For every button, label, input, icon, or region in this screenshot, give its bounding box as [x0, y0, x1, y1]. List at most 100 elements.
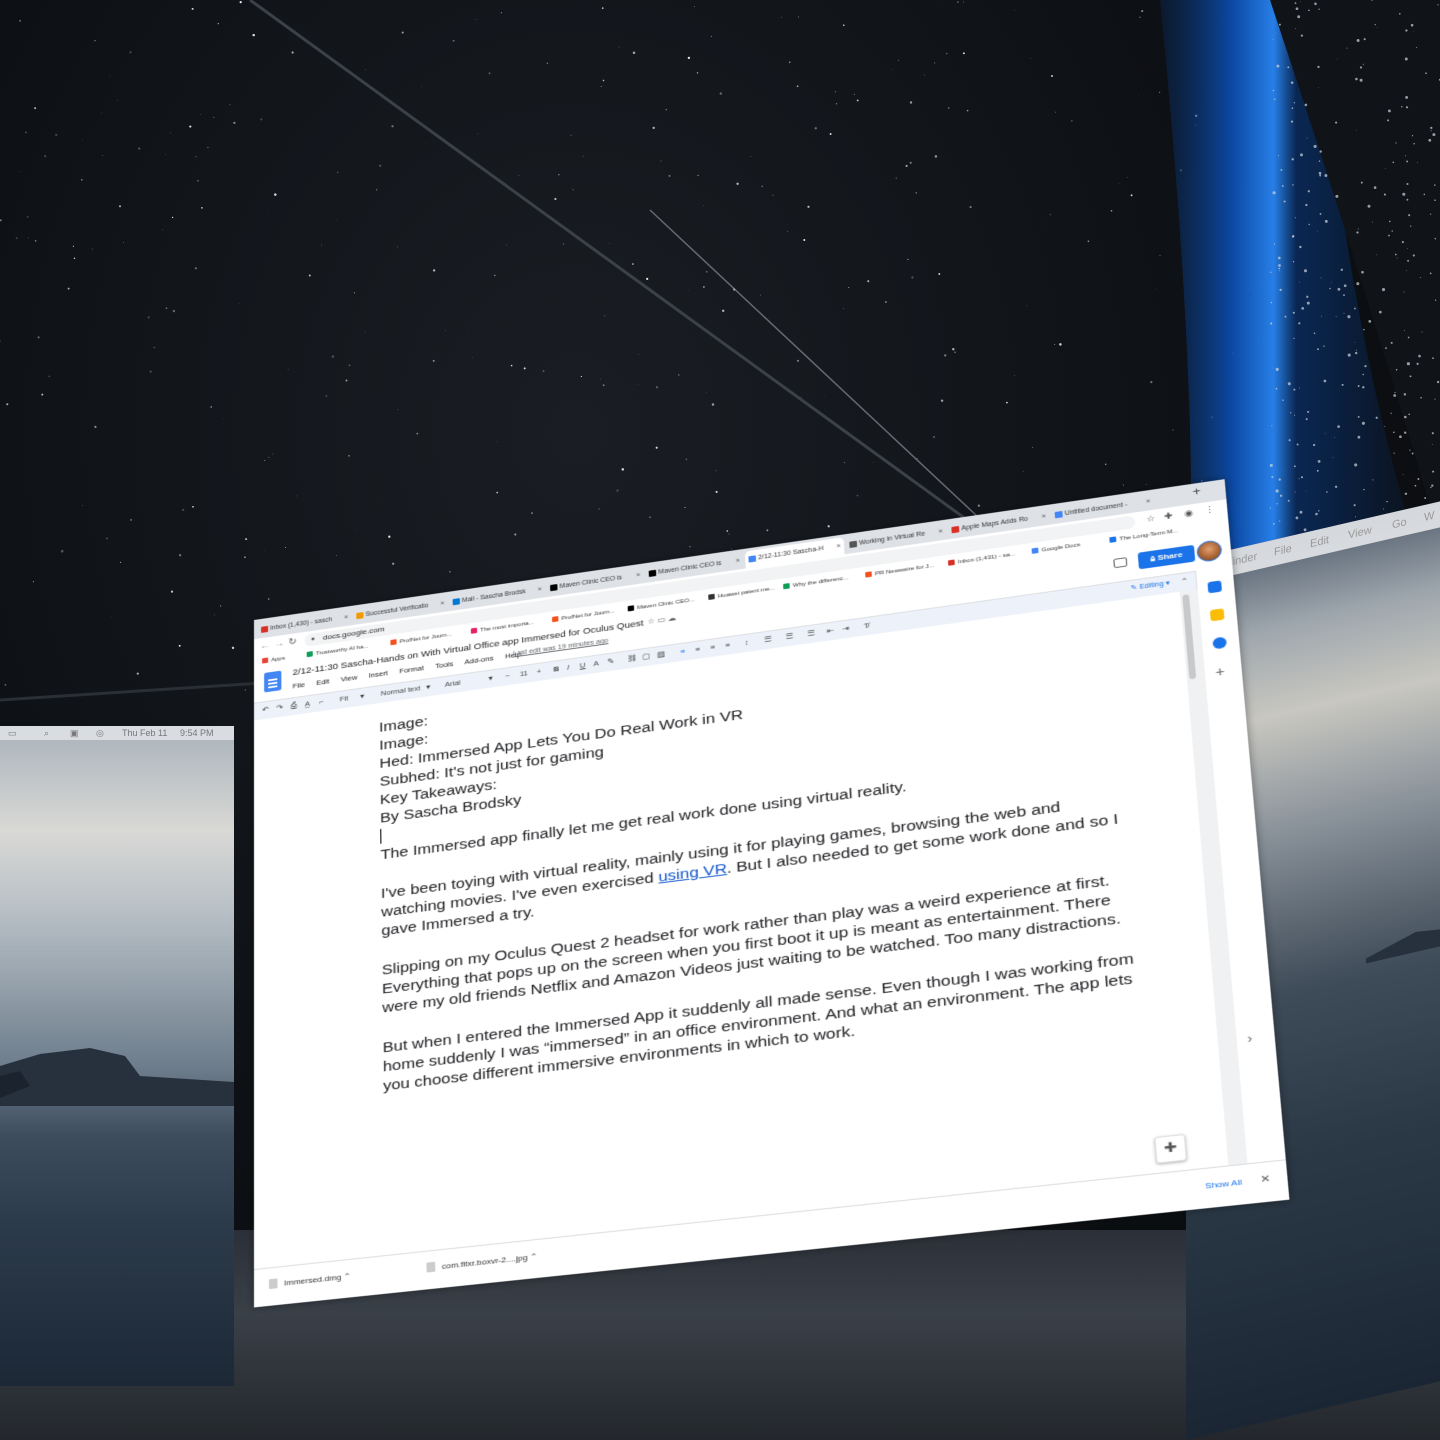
align-left-icon[interactable]: ≡: [680, 647, 685, 656]
calendar-icon[interactable]: [1207, 580, 1223, 594]
comment-icon[interactable]: ▢: [642, 652, 650, 661]
underline-icon[interactable]: U: [580, 661, 586, 670]
close-downloads-icon[interactable]: ✕: [1260, 1173, 1271, 1185]
apps-grid-icon: [262, 657, 269, 664]
highlight-icon[interactable]: ✎: [607, 657, 614, 666]
new-tab-button[interactable]: +: [1192, 485, 1201, 499]
tab-favicon-icon: [1054, 510, 1063, 519]
lake-wallpaper: [0, 1048, 234, 1106]
tab-close-icon[interactable]: ×: [938, 523, 944, 541]
chevron-down-icon: ▾: [1165, 580, 1171, 588]
get-addons-icon[interactable]: +: [1215, 663, 1230, 679]
back-icon[interactable]: ←: [260, 640, 270, 651]
bookmark-favicon-icon: [551, 616, 559, 623]
tab-close-icon[interactable]: ×: [836, 538, 841, 556]
bookmark-item[interactable]: Apps: [262, 655, 285, 664]
cloud-status-icon[interactable]: ☁: [668, 614, 677, 623]
font-select[interactable]: Arial: [445, 678, 461, 688]
link-icon[interactable]: ⛓: [627, 654, 637, 664]
paint-format-icon[interactable]: ⌐: [319, 697, 324, 706]
tab-close-icon[interactable]: ×: [735, 552, 740, 570]
reload-icon[interactable]: ↻: [288, 637, 297, 648]
clear-formatting-icon[interactable]: T̸: [864, 621, 869, 630]
chevron-up-icon[interactable]: ⌃: [344, 1272, 351, 1282]
menu-tools[interactable]: Tools: [435, 660, 453, 671]
chrome-window[interactable]: Inbox (1,430) - sasch × Successful Verific…: [254, 479, 1290, 1308]
download-item-1[interactable]: Immersed.dmg ⌃: [268, 1271, 351, 1290]
tab-close-icon[interactable]: ×: [1041, 508, 1047, 526]
tab-close-icon[interactable]: ×: [344, 609, 348, 626]
editing-mode-select[interactable]: ✎ Editing ▾: [1130, 579, 1170, 592]
tab-close-icon[interactable]: ×: [440, 595, 445, 612]
bookmark-favicon-icon: [1109, 536, 1117, 543]
share-button[interactable]: 🔒︎ Share: [1137, 544, 1196, 570]
redo-icon[interactable]: ↷: [276, 703, 282, 712]
chevron-down-icon: ▾: [360, 691, 365, 701]
user-avatar[interactable]: [1195, 539, 1223, 563]
comment-history-icon[interactable]: [1113, 557, 1128, 569]
show-all-downloads-link[interactable]: Show All: [1205, 1178, 1242, 1191]
bulleted-list-icon[interactable]: ☰: [807, 629, 815, 638]
tab-favicon-icon: [261, 625, 269, 633]
font-size-decrease-icon[interactable]: −: [505, 671, 510, 680]
tasks-icon[interactable]: [1212, 636, 1228, 650]
menu-addons[interactable]: Add-ons: [464, 654, 493, 666]
docs-logo-icon[interactable]: [264, 670, 282, 693]
chrome-menu-icon[interactable]: ⋮: [1204, 505, 1215, 517]
chevron-down-icon: ▾: [488, 673, 493, 683]
style-select[interactable]: Normal text: [381, 684, 421, 698]
numbered-list-icon[interactable]: ☰: [785, 632, 793, 641]
bookmark-favicon-icon: [783, 583, 790, 590]
undo-icon[interactable]: ↶: [262, 705, 268, 714]
italic-icon[interactable]: I: [567, 663, 569, 671]
bookmark-favicon-icon: [306, 651, 313, 658]
tab-favicon-icon: [550, 583, 558, 592]
chevron-up-icon[interactable]: ⌃: [530, 1252, 538, 1262]
print-icon[interactable]: ⎙: [291, 701, 297, 711]
spellcheck-icon[interactable]: A̲: [305, 699, 310, 708]
zoom-select[interactable]: Fit: [340, 694, 349, 703]
vertical-scrollbar[interactable]: [1182, 594, 1197, 680]
menu-file[interactable]: File: [293, 681, 305, 691]
menu-view[interactable]: View: [341, 673, 358, 683]
menu-insert[interactable]: Insert: [369, 669, 388, 680]
tab-close-icon[interactable]: ×: [537, 581, 542, 598]
lock-icon: 🔒︎: [1149, 554, 1156, 564]
explore-button[interactable]: ✚: [1154, 1133, 1188, 1164]
image-icon[interactable]: ▨: [657, 650, 665, 659]
menu-format[interactable]: Format: [399, 664, 424, 675]
bookmark-label: Apps: [271, 655, 286, 664]
align-right-icon[interactable]: ≡: [710, 643, 715, 652]
document-body[interactable]: Image: Image: Hed: Immersed App Lets You…: [379, 618, 1142, 1096]
hide-menus-icon[interactable]: ⌃: [1180, 577, 1188, 586]
bookmark-star-icon[interactable]: ☆: [1146, 513, 1156, 524]
tab-favicon-icon: [452, 598, 460, 606]
bold-icon[interactable]: B: [553, 665, 559, 674]
font-size-increase-icon[interactable]: +: [537, 667, 542, 676]
pencil-icon: ✎: [1130, 584, 1138, 592]
move-folder-icon[interactable]: ▭: [657, 615, 665, 624]
text-color-icon[interactable]: A: [593, 659, 599, 668]
tab-close-icon[interactable]: ×: [1145, 493, 1151, 511]
left-mac-screen[interactable]: ▭ ⌕ ▣ ◎ Thu Feb 11 9:54 PM: [0, 726, 234, 1386]
tab-close-icon[interactable]: ×: [636, 567, 641, 585]
chevron-right-icon[interactable]: ›: [1247, 1031, 1262, 1046]
star-icon[interactable]: ☆: [647, 617, 655, 626]
extensions-icon[interactable]: ✚: [1164, 511, 1173, 522]
bookmark-favicon-icon: [470, 627, 478, 634]
decrease-indent-icon[interactable]: ⇤: [827, 626, 834, 635]
increase-indent-icon[interactable]: ⇥: [842, 624, 849, 633]
keep-icon[interactable]: [1209, 608, 1225, 622]
forward-icon[interactable]: →: [274, 638, 284, 649]
bookmark-item[interactable]: Google Docs: [1031, 542, 1080, 555]
chevron-down-icon: ▾: [426, 682, 431, 692]
align-justify-icon[interactable]: ≡: [725, 641, 730, 650]
download-item-2[interactable]: com.fitxr.boxvr-2....jpg ⌃: [426, 1251, 538, 1273]
font-size-field[interactable]: 11: [520, 669, 528, 678]
lock-icon: ●: [310, 635, 315, 643]
line-spacing-icon[interactable]: ↕: [745, 638, 749, 647]
checklist-icon[interactable]: ☰: [764, 635, 772, 644]
menu-edit[interactable]: Edit: [316, 677, 329, 687]
profile-icon[interactable]: ◉: [1184, 508, 1194, 519]
align-center-icon[interactable]: ≡: [695, 645, 700, 654]
